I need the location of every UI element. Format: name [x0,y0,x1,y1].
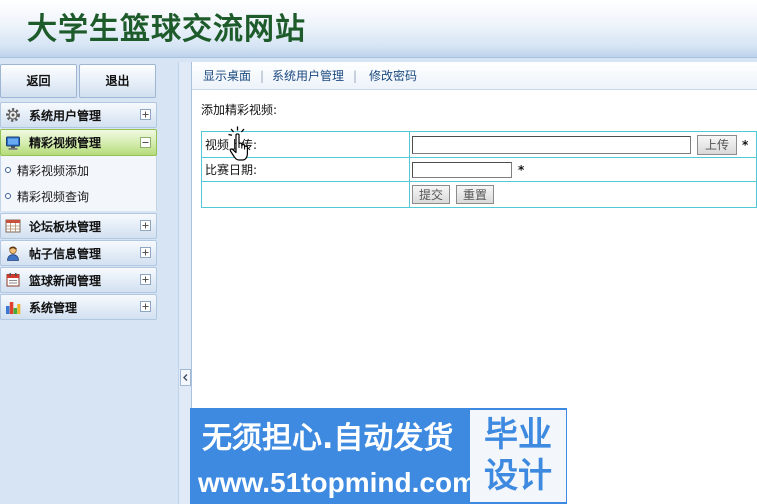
menu-header-basketball-news[interactable]: 篮球新闻管理 [0,267,157,293]
menu-header-forum-boards[interactable]: 论坛板块管理 [0,213,157,239]
match-date-label: 比赛日期: [201,157,410,182]
submit-button[interactable]: 提交 [412,185,450,204]
submenu-item-label: 精彩视频查询 [17,189,90,204]
collapse-sidebar-button[interactable] [180,369,191,386]
menu-header-system-users[interactable]: 系统用户管理 [0,102,157,128]
menu-header-label: 篮球新闻管理 [29,273,102,288]
submenu-item-video-query[interactable]: 精彩视频查询 [1,183,156,209]
submenu-item-video-add[interactable]: 精彩视频添加 [1,157,156,183]
submenu-videos: 精彩视频添加 精彩视频查询 [0,156,157,211]
menu-header-label: 精彩视频管理 [29,136,102,150]
app-window: 大学生篮球交流网站 返回 退出 系统用户管理 精彩视频管理 精彩视频添加 精彩视… [0,0,757,504]
menu-header-label: 论坛板块管理 [29,219,102,234]
match-date-input[interactable] [412,161,512,178]
chevron-left-icon [181,370,190,385]
watermark-badge-line: 设计 [484,456,552,496]
bullet-icon [5,193,11,199]
video-upload-cell: 上传 * [409,131,757,158]
nav-link-show-desktop[interactable]: 显示桌面 [203,62,251,90]
menu-header-posts[interactable]: 帖子信息管理 [0,240,157,266]
watermark-slogan: 无须担心.自动发货 [202,421,454,456]
video-upload-label: 视频上传: [201,131,410,158]
site-header: 大学生篮球交流网站 [0,0,757,58]
required-mark: * [518,162,525,177]
bullet-icon [5,167,11,173]
upload-button[interactable]: 上传 [697,134,737,155]
nav-link-system-users[interactable]: 系统用户管理 [272,62,344,90]
actions-cell: 提交 重置 [409,181,757,208]
user-icon [5,245,21,261]
logout-button[interactable]: 退出 [79,64,156,98]
back-button[interactable]: 返回 [0,64,77,98]
match-date-cell: * [409,157,757,182]
minus-icon[interactable] [140,136,151,148]
menu-header-label: 系统用户管理 [29,108,102,123]
menu-header-system[interactable]: 系统管理 [0,294,157,320]
bar-chart-icon [5,299,21,315]
nav-link-change-password[interactable]: 修改密码 [369,62,417,90]
plus-icon[interactable] [140,247,151,258]
reset-button[interactable]: 重置 [456,185,494,204]
top-nav: 显示桌面 | 系统用户管理 | 修改密码 [192,62,757,90]
site-title: 大学生篮球交流网站 [27,12,306,47]
nav-separator: | [353,69,358,83]
menu-header-label: 帖子信息管理 [29,246,102,261]
watermark-badge: 毕业 设计 [470,410,566,502]
form-heading: 添加精彩视频: [201,103,278,117]
gear-icon [5,107,21,123]
form-row-actions: 提交 重置 [201,181,757,208]
plus-icon[interactable] [140,220,151,231]
plus-icon[interactable] [140,274,151,285]
watermark-badge-line: 毕业 [484,415,552,455]
required-mark: * [742,137,749,152]
table-icon [5,218,21,234]
watermark-banner: 无须担心.自动发货 www.51topmind.com 毕业 设计 [190,408,567,504]
nav-separator: | [260,69,265,83]
form-row-video-upload: 视频上传: 上传 * [201,131,757,158]
monitor-icon [5,135,21,151]
submenu-item-label: 精彩视频添加 [17,163,90,178]
form-row-match-date: 比赛日期: * [201,157,757,182]
menu-header-label: 系统管理 [29,300,78,315]
watermark-url: www.51topmind.com [198,467,477,498]
menu-header-videos[interactable]: 精彩视频管理 [0,129,157,156]
empty-cell [201,181,410,208]
form-table: 视频上传: 上传 * 比赛日期: * 提交 重置 [201,131,757,208]
video-file-input[interactable] [412,135,691,154]
plus-icon[interactable] [140,109,151,120]
plus-icon[interactable] [140,301,151,312]
calendar-icon [5,272,21,288]
